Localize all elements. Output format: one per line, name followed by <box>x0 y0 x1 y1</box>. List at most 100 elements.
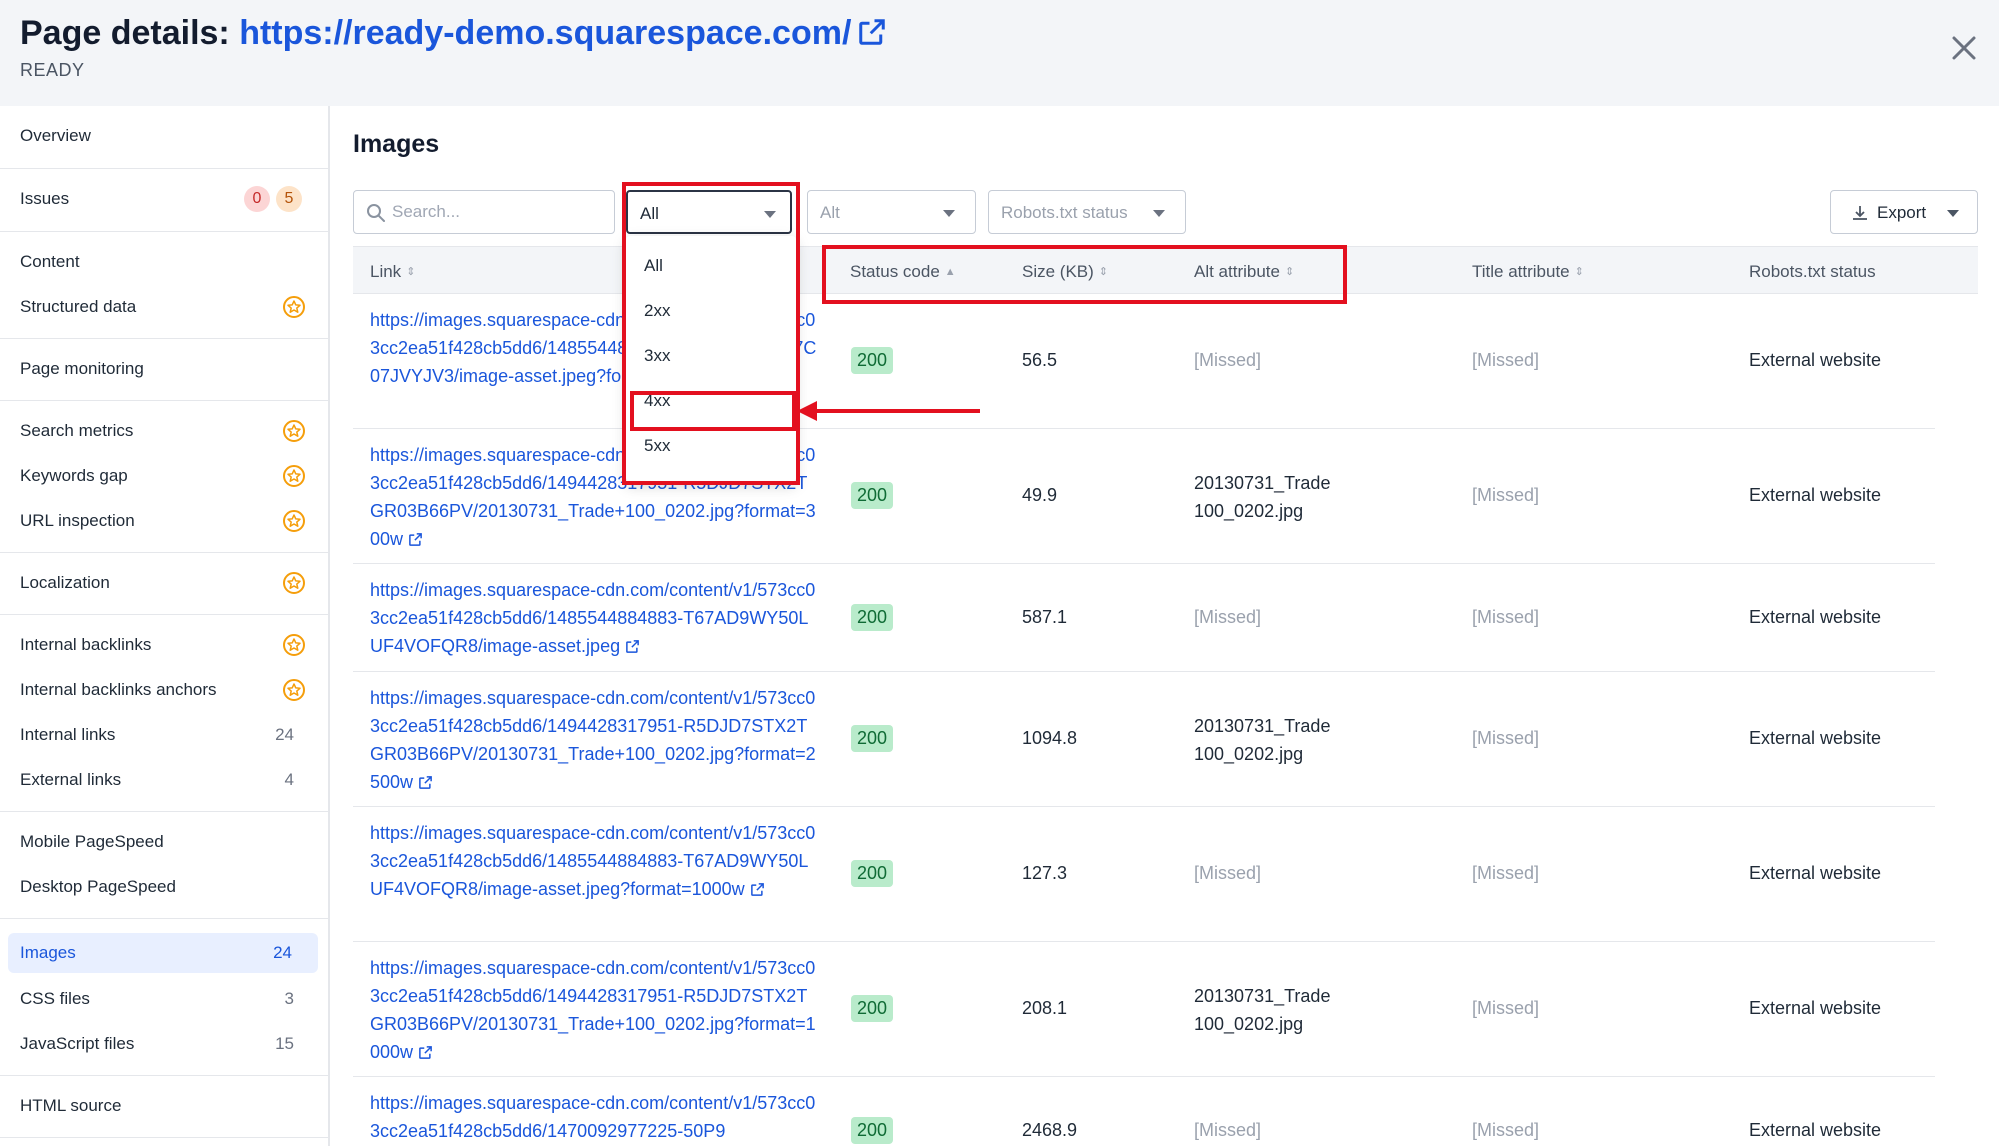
image-link[interactable]: https://images.squarespace-cdn.com/conte… <box>370 1093 815 1141</box>
alt-value: 20130731_Trade 100_0202.jpg <box>1194 986 1331 1034</box>
title-value: [Missed] <box>1472 998 1540 1018</box>
sidebar-item-external-links[interactable]: External links 4 <box>0 758 328 802</box>
sidebar-item-search-metrics[interactable]: Search metrics <box>0 409 328 453</box>
sidebar-divider <box>0 1137 328 1138</box>
internal-links-count: 24 <box>275 725 294 744</box>
size-value: 49.9 <box>1022 485 1058 505</box>
sidebar-item-desktop-pagespeed[interactable]: Desktop PageSpeed <box>0 865 328 909</box>
image-link-cell[interactable]: https://images.squarespace-cdn.com/conte… <box>370 576 820 662</box>
column-header-title-attribute[interactable]: Title attribute ⇕ <box>1472 262 1584 282</box>
external-links-count: 4 <box>284 770 294 789</box>
external-link-icon[interactable] <box>418 770 433 798</box>
sidebar-item-label: Overview <box>20 126 91 145</box>
sidebar-item-internal-backlinks-anchors[interactable]: Internal backlinks anchors <box>0 668 328 712</box>
sidebar-item-label: Images <box>20 943 76 962</box>
status-badge: 200 <box>851 347 894 374</box>
column-label: Title attribute <box>1472 262 1570 281</box>
external-link-icon[interactable] <box>750 877 765 905</box>
size-value: 208.1 <box>1022 998 1068 1018</box>
sort-icon: ⇕ <box>406 266 416 278</box>
page-title: Page details: https://ready-demo.squares… <box>20 14 887 56</box>
robots-filter[interactable]: Robots.txt status <box>988 190 1186 234</box>
page-title-prefix: Page details: <box>20 14 240 52</box>
column-label: Robots.txt status <box>1749 262 1876 281</box>
sidebar-item-mobile-pagespeed[interactable]: Mobile PageSpeed <box>0 820 328 864</box>
sidebar-item-label: Content <box>20 252 80 271</box>
sidebar-item-label: Desktop PageSpeed <box>20 877 176 896</box>
status-badge: 200 <box>851 725 894 752</box>
status-badge: 200 <box>851 482 894 509</box>
status-badge: 200 <box>851 860 894 887</box>
robots-value: External website <box>1749 607 1882 627</box>
image-link[interactable]: https://images.squarespace-cdn.com/conte… <box>370 688 816 792</box>
sidebar-item-label: External links <box>20 770 122 789</box>
search-input[interactable] <box>392 199 602 225</box>
status-badge: 200 <box>851 604 894 631</box>
sidebar-divider <box>0 400 328 401</box>
annotation-box-status-filter <box>622 182 800 485</box>
sidebar-divider <box>0 168 328 169</box>
table-row: https://images.squarespace-cdn.com/conte… <box>353 564 1935 672</box>
table-row: https://images.squarespace-cdn.com/conte… <box>353 1077 1935 1146</box>
alt-filter[interactable]: Alt <box>807 190 976 234</box>
title-value: [Missed] <box>1472 728 1540 748</box>
image-link[interactable]: https://images.squarespace-cdn.com/conte… <box>370 580 815 656</box>
size-value: 2468.9 <box>1022 1120 1078 1140</box>
export-button[interactable]: Export <box>1830 190 1978 234</box>
sidebar-item-label: Internal links <box>20 725 116 744</box>
sidebar-divider <box>0 614 328 615</box>
sidebar-item-localization[interactable]: Localization <box>0 561 328 605</box>
external-link-icon[interactable] <box>418 1040 433 1068</box>
robots-value: External website <box>1749 998 1882 1018</box>
sidebar-item-page-monitoring[interactable]: Page monitoring <box>0 347 328 391</box>
image-link-cell[interactable]: https://images.squarespace-cdn.com/conte… <box>370 684 820 798</box>
download-icon <box>1853 206 1867 220</box>
chevron-down-icon <box>1947 210 1959 217</box>
sidebar-item-keywords-gap[interactable]: Keywords gap <box>0 454 328 498</box>
page-url-link[interactable]: https://ready-demo.squarespace.com/ <box>239 14 851 52</box>
image-link[interactable]: https://images.squarespace-cdn.com/conte… <box>370 823 815 899</box>
column-header-link[interactable]: Link ⇕ <box>370 262 415 282</box>
sidebar-item-label: HTML source <box>20 1096 122 1115</box>
image-link-cell[interactable]: https://images.squarespace-cdn.com/conte… <box>370 954 820 1068</box>
image-link-cell[interactable]: https://images.squarespace-cdn.com/conte… <box>370 1089 820 1145</box>
external-link-icon[interactable] <box>857 17 887 56</box>
external-link-icon[interactable] <box>625 634 640 662</box>
size-value: 587.1 <box>1022 607 1068 627</box>
sidebar-item-label: Keywords gap <box>20 466 128 485</box>
sidebar-item-images[interactable]: Images 24 <box>8 933 318 973</box>
sidebar-item-url-inspection[interactable]: URL inspection <box>0 499 328 543</box>
status-badge: 200 <box>851 995 894 1022</box>
alt-value: [Missed] <box>1194 607 1262 627</box>
sidebar-item-javascript-files[interactable]: JavaScript files 15 <box>0 1022 328 1066</box>
sidebar-item-content[interactable]: Content <box>0 240 328 284</box>
status-badge: 200 <box>851 1117 894 1144</box>
warnings-badge: 5 <box>276 186 302 212</box>
table-row: https://images.squarespace-cdn.com/conte… <box>353 807 1935 942</box>
title-value: [Missed] <box>1472 607 1540 627</box>
star-badge-icon <box>282 464 306 488</box>
column-label: Link <box>370 262 402 281</box>
search-box[interactable] <box>353 190 615 234</box>
sidebar-divider <box>0 231 328 232</box>
css-files-count: 3 <box>284 989 294 1008</box>
image-link[interactable]: https://images.squarespace-cdn.com/conte… <box>370 958 816 1062</box>
image-link-cell[interactable]: https://images.squarespace-cdn.com/conte… <box>370 819 820 905</box>
sidebar-divider <box>0 338 328 339</box>
page-status: READY <box>20 60 85 80</box>
sidebar-item-html-source[interactable]: HTML source <box>0 1084 328 1128</box>
page-header: Page details: https://ready-demo.squares… <box>0 0 1999 106</box>
external-link-icon[interactable] <box>408 527 423 555</box>
sidebar-item-internal-backlinks[interactable]: Internal backlinks <box>0 623 328 667</box>
sidebar-item-internal-links[interactable]: Internal links 24 <box>0 713 328 757</box>
annotation-box-4xx-option <box>630 391 796 431</box>
close-icon[interactable] <box>1950 34 1978 62</box>
alt-value: 20130731_Trade 100_0202.jpg <box>1194 473 1331 521</box>
sidebar-item-structured-data[interactable]: Structured data <box>0 285 328 329</box>
sidebar-item-issues[interactable]: Issues 0 5 <box>0 177 328 221</box>
robots-value: External website <box>1749 728 1882 748</box>
alt-filter-value: Alt <box>820 203 840 222</box>
sidebar-item-css-files[interactable]: CSS files 3 <box>0 977 328 1021</box>
sort-icon: ⇕ <box>1574 266 1584 278</box>
sidebar-item-overview[interactable]: Overview <box>0 114 328 158</box>
